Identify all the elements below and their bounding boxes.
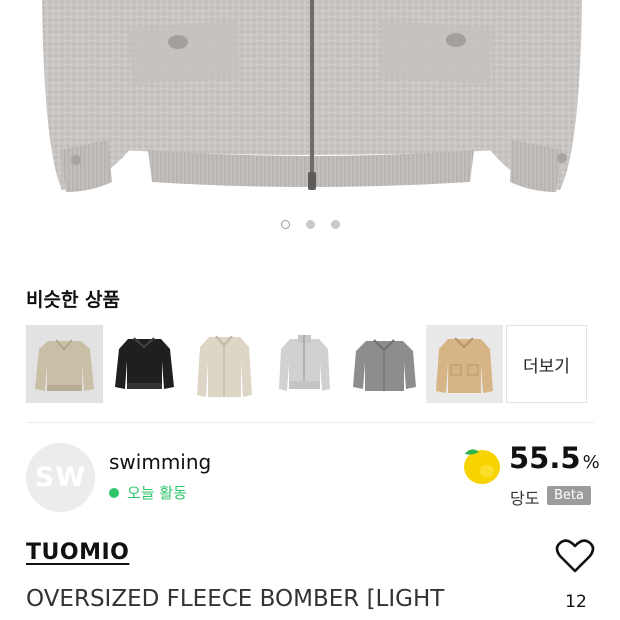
- seller-status-text: 오늘 활동: [127, 484, 187, 502]
- sweetness-value: 55.5: [509, 441, 581, 475]
- status-dot-icon: [109, 487, 119, 498]
- gallery-dot-1[interactable]: [280, 220, 290, 229]
- similar-products-list: 더보기: [26, 325, 587, 403]
- black-bomber-jacket-icon: [115, 337, 174, 389]
- grey-zip-jacket-icon: [279, 335, 330, 391]
- product-image[interactable]: [0, 0, 620, 205]
- beta-badge: Beta: [547, 486, 591, 505]
- tan-work-jacket-icon: [436, 337, 493, 393]
- product-title: OVERSIZED FLEECE BOMBER [LIGHT: [26, 586, 445, 612]
- similar-item-6[interactable]: [426, 325, 503, 403]
- similar-products-title: 비슷한 상품: [26, 289, 121, 311]
- similar-item-2[interactable]: [106, 325, 183, 403]
- brand-name[interactable]: TUOMIO: [26, 540, 129, 565]
- gallery-pagination: [0, 220, 620, 236]
- similar-item-3[interactable]: [186, 325, 263, 403]
- more-similar-button[interactable]: 더보기: [506, 325, 587, 403]
- sweetness-unit: %: [582, 452, 600, 473]
- sweetness-label: 당도: [510, 489, 540, 508]
- jacket-photo: [42, 0, 582, 192]
- cream-zip-jacket-icon: [197, 335, 252, 397]
- similar-item-1[interactable]: [26, 325, 103, 403]
- lemon-icon: [464, 449, 500, 484]
- gallery-dot-2[interactable]: [305, 220, 315, 229]
- sweetness-score: 55.5%: [509, 441, 600, 475]
- similar-item-4[interactable]: [266, 325, 343, 403]
- heart-icon[interactable]: [555, 538, 595, 574]
- divider: [26, 422, 594, 423]
- similar-item-5[interactable]: [346, 325, 423, 403]
- like-count: 12: [565, 592, 587, 612]
- gallery-dot-3[interactable]: [330, 220, 340, 229]
- seller-name[interactable]: swimming: [109, 450, 211, 474]
- seller-status: 오늘 활동: [109, 482, 187, 503]
- beige-bomber-jacket-icon: [35, 339, 94, 391]
- grey-collar-jacket-icon: [353, 339, 416, 391]
- seller-avatar[interactable]: SW: [26, 443, 95, 512]
